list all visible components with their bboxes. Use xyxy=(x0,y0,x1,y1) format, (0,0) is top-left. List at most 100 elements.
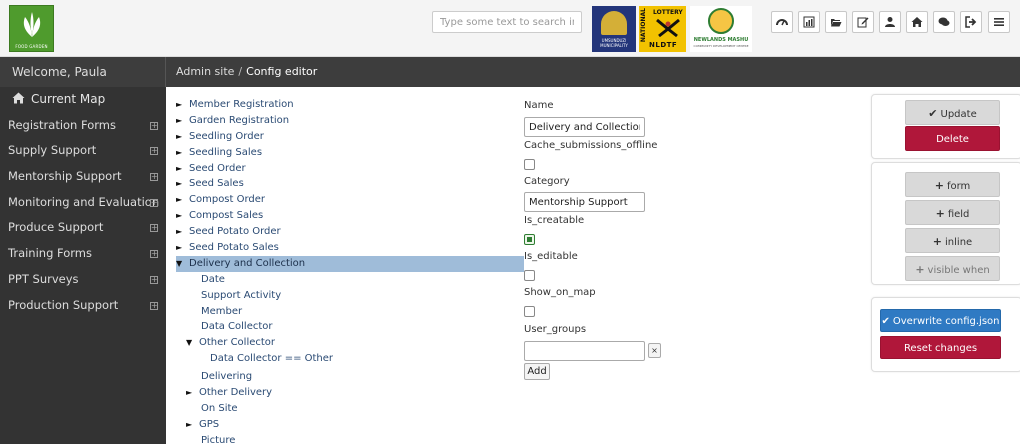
expand-icon[interactable]: + xyxy=(150,173,158,182)
sidebar-item-label: Registration Forms xyxy=(8,117,116,132)
add-visible-when-button[interactable]: + visible when xyxy=(905,256,1000,281)
tree-group[interactable]: ► Other Delivery xyxy=(176,385,526,401)
sidebar-item-training-forms[interactable]: Training Forms + xyxy=(0,241,166,267)
menu-icon xyxy=(994,18,1004,26)
expanded-arrow-icon: ▼ xyxy=(176,258,183,268)
expand-icon[interactable]: + xyxy=(150,224,158,233)
delete-button[interactable]: Delete xyxy=(905,126,1000,151)
sidebar-item-label: Supply Support xyxy=(8,143,97,158)
logo-text: FOOD GARDEN xyxy=(15,44,48,49)
reports-button[interactable] xyxy=(798,11,820,33)
breadcrumb-admin-site[interactable]: Admin site xyxy=(176,65,234,78)
sidebar-item-label: Training Forms xyxy=(8,246,92,261)
add-form-button[interactable]: + form xyxy=(905,172,1000,197)
tree-field[interactable]: Support Activity xyxy=(176,288,526,304)
name-input[interactable] xyxy=(524,117,645,137)
tree-item[interactable]: ► Seedling Order xyxy=(176,129,526,145)
collapsed-arrow-icon: ► xyxy=(176,227,183,237)
expand-icon[interactable]: + xyxy=(150,147,158,156)
add-inline-button[interactable]: + inline xyxy=(905,228,1000,253)
collapsed-arrow-icon: ► xyxy=(176,179,183,189)
show-on-map-checkbox[interactable] xyxy=(524,306,535,317)
newlands-mashu-logo: NEWLANDS MASHU COMMUNITY DEVELOPMENT CEN… xyxy=(690,6,752,52)
expand-icon[interactable]: + xyxy=(150,121,158,130)
remove-group-button[interactable]: × xyxy=(648,343,661,358)
tree-item[interactable]: ► Seed Potato Sales xyxy=(176,240,526,256)
logout-button[interactable] xyxy=(960,11,982,33)
tree-field[interactable]: Member xyxy=(176,304,526,320)
expand-icon[interactable]: + xyxy=(150,301,158,310)
expanded-arrow-icon: ▼ xyxy=(186,338,193,348)
dashboard-icon xyxy=(776,19,788,26)
category-input[interactable] xyxy=(524,192,645,212)
tree-field[interactable]: On Site xyxy=(176,401,526,417)
search-input[interactable] xyxy=(432,11,582,33)
sidebar-item-ppt-surveys[interactable]: PPT Surveys + xyxy=(0,267,166,293)
tree-item[interactable]: ► Member Registration xyxy=(176,97,526,113)
tree-field[interactable]: Delivering xyxy=(176,369,526,385)
tree-field[interactable]: Date xyxy=(176,272,526,288)
messages-button[interactable] xyxy=(933,11,955,33)
top-bar: FOOD GARDEN UMSUNDUZI MUNICIPALITY NATIO… xyxy=(0,0,1020,57)
expand-icon[interactable]: + xyxy=(150,250,158,259)
sidebar-item-registration-forms[interactable]: Registration Forms + xyxy=(0,113,166,139)
user-groups-input[interactable] xyxy=(524,341,645,361)
breadcrumb-current: Config editor xyxy=(246,65,318,78)
sidebar-item-monitoring-evaluation[interactable]: Monitoring and Evaluation + xyxy=(0,190,166,216)
tree-item[interactable]: ► Seed Sales xyxy=(176,176,526,192)
main-content: ► Member Registration ► Garden Registratio… xyxy=(166,87,1020,444)
expand-icon[interactable]: + xyxy=(150,275,158,284)
leaf-icon xyxy=(23,12,41,37)
update-button[interactable]: ✔ Update xyxy=(905,100,1000,125)
collapsed-arrow-icon: ► xyxy=(176,115,183,125)
plus-icon: + xyxy=(935,207,945,220)
lottery-logo: NATIONAL LOTTERY NLDTF xyxy=(639,6,686,52)
comments-icon xyxy=(938,17,950,26)
editable-label: Is_editable xyxy=(524,251,578,262)
menu-button[interactable] xyxy=(988,11,1010,33)
check-icon: ✔ xyxy=(881,316,890,327)
sidebar: Current Map Registration Forms + Supply S… xyxy=(0,87,166,444)
files-button[interactable] xyxy=(825,11,847,33)
tree-item[interactable]: ► Seed Order xyxy=(176,161,526,177)
add-field-button[interactable]: + field xyxy=(905,200,1000,225)
sidebar-item-production-support[interactable]: Production Support + xyxy=(0,293,166,319)
edit-button[interactable] xyxy=(852,11,874,33)
tree-group[interactable]: ► GPS xyxy=(176,417,526,433)
tree-item-selected[interactable]: ▼ Delivery and Collection xyxy=(176,255,524,272)
tree-condition[interactable]: Data Collector == Other xyxy=(176,351,526,367)
tree-group[interactable]: ▼ Other Collector xyxy=(176,335,526,351)
tree-field[interactable]: Data Collector xyxy=(176,319,526,335)
collapsed-arrow-icon: ► xyxy=(186,388,193,398)
plus-icon: + xyxy=(934,179,944,192)
sidebar-item-current-map[interactable]: Current Map xyxy=(0,87,166,113)
creatable-label: Is_creatable xyxy=(524,215,585,226)
tree-item[interactable]: ► Garden Registration xyxy=(176,113,526,129)
creatable-checkbox[interactable] xyxy=(524,234,535,245)
umsunduzi-logo: UMSUNDUZI MUNICIPALITY xyxy=(592,6,636,52)
home-icon xyxy=(911,17,923,27)
plus-icon: + xyxy=(915,263,925,276)
tree-item[interactable]: ► Seed Potato Order xyxy=(176,224,526,240)
app-logo[interactable]: FOOD GARDEN xyxy=(9,5,54,52)
reset-changes-button[interactable]: Reset changes xyxy=(880,336,1001,359)
tree-item[interactable]: ► Seedling Sales xyxy=(176,145,526,161)
add-group-button[interactable]: Add xyxy=(524,363,550,380)
user-button[interactable] xyxy=(879,11,901,33)
tree-field[interactable]: Picture xyxy=(176,433,526,444)
sidebar-item-supply-support[interactable]: Supply Support + xyxy=(0,138,166,164)
sidebar-item-label: Current Map xyxy=(31,92,106,106)
expand-icon[interactable]: + xyxy=(150,198,158,207)
overwrite-config-button[interactable]: ✔ Overwrite config.json xyxy=(880,309,1001,332)
dashboard-button[interactable] xyxy=(771,11,793,33)
user-groups-label: User_groups xyxy=(524,324,587,335)
category-label: Category xyxy=(524,176,570,187)
tree-item[interactable]: ► Compost Sales xyxy=(176,208,526,224)
sidebar-item-mentorship-support[interactable]: Mentorship Support + xyxy=(0,164,166,190)
home-button[interactable] xyxy=(906,11,928,33)
tree-item[interactable]: ► Compost Order xyxy=(176,192,526,208)
editable-checkbox[interactable] xyxy=(524,270,535,281)
cache-checkbox[interactable] xyxy=(524,159,535,170)
sidebar-item-produce-support[interactable]: Produce Support + xyxy=(0,215,166,241)
edit-icon xyxy=(857,17,869,28)
